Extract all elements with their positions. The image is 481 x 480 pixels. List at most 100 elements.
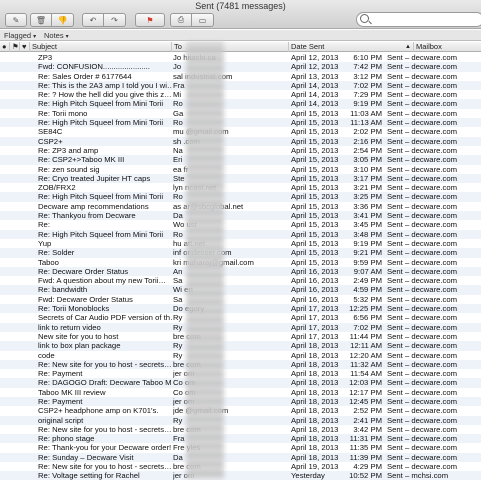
- message-row[interactable]: Re: Cryo treated Jupiter HT caps Ste April…: [0, 173, 481, 184]
- message-time: 11:32 AM: [350, 359, 382, 369]
- message-row[interactable]: ZOB/FRX2lyn ncast.netApril 15, 20133:21 …: [0, 183, 481, 192]
- message-subject: Re: New site for you to host - secrets…: [38, 424, 172, 434]
- message-mailbox: Sent – decware.com: [387, 462, 458, 472]
- message-row[interactable]: Re: High Pitch Squeel from Mini Torii Ro A…: [0, 99, 481, 109]
- message-mailbox: Sent – decware.com: [387, 71, 458, 81]
- message-time: 12:03 PM: [349, 378, 382, 388]
- message-row[interactable]: Re: Solderinf ondenser.comApril 15, 2013…: [0, 248, 481, 258]
- message-row[interactable]: Yuphu att.netApril 15, 20139:19 PMSent –…: [0, 239, 481, 248]
- favorite-notes-label: Notes: [44, 31, 64, 40]
- column-read-status[interactable]: ●: [0, 42, 10, 52]
- message-time: 12:11 AM: [350, 341, 382, 351]
- message-row[interactable]: Re: Wo ust April 15, 2013 3:45 PM Sent – dec…: [0, 220, 481, 229]
- search-icon: [360, 14, 369, 23]
- message-subject: Taboo: [38, 257, 59, 267]
- message-row[interactable]: Re: DAGOGO Draft: Decware Taboo M… Co om A…: [0, 378, 481, 388]
- message-row[interactable]: Re: Sales Order # 6177644sal industrial.…: [0, 72, 481, 81]
- column-flag[interactable]: ⚑: [10, 42, 20, 52]
- message-row[interactable]: Fwd: A question about my new Torii… Sa Apr…: [0, 276, 481, 285]
- note-button[interactable]: ▭: [192, 13, 214, 27]
- message-row[interactable]: Re: High Pitch Squeel from Mini Torii Ro A…: [0, 118, 481, 128]
- message-subject: Secrets of Car Audio PDF version of th…: [38, 313, 172, 323]
- message-row[interactable]: Re: Thankyou from Decware Da April 15, 201…: [0, 211, 481, 221]
- message-row[interactable]: SE84Cmu @gmail.comApril 15, 20132:02 PMS…: [0, 127, 481, 136]
- trash-button[interactable]: 🗑: [30, 13, 52, 27]
- message-time: 11:13 AM: [350, 118, 382, 128]
- chevron-down-icon: ▾: [33, 34, 37, 40]
- trash-icon: 🗑: [35, 15, 47, 25]
- search-input[interactable]: [356, 12, 481, 27]
- message-row[interactable]: link to return video Ry April 17, 2013 7:02…: [0, 322, 481, 332]
- message-row[interactable]: New site for you to hostbre comApril 17,…: [0, 332, 481, 341]
- favorite-flagged[interactable]: Flagged ▾: [4, 31, 36, 40]
- message-row[interactable]: original script Ry April 18, 2013 2:41 PM Se…: [0, 415, 481, 425]
- message-row[interactable]: Re: New site for you to host - secrets… b…: [0, 425, 481, 434]
- message-subject: Re: CSP2+>Taboo MK III: [38, 155, 125, 165]
- message-mailbox: Sent – decware.com: [387, 127, 458, 137]
- message-time: 2:52 PM: [353, 406, 382, 416]
- message-time: 2:54 PM: [353, 145, 382, 155]
- reply-button[interactable]: ↶: [82, 13, 104, 27]
- message-time: 3:25 PM: [353, 192, 382, 202]
- column-subject[interactable]: Subject: [30, 42, 172, 52]
- message-date: April 15, 2013: [291, 108, 339, 118]
- favorite-notes[interactable]: Notes ▾: [44, 31, 69, 40]
- message-time: 4:29 PM: [353, 462, 382, 472]
- message-mailbox: Sent – decware.com: [387, 136, 458, 146]
- message-row[interactable]: link to box plan package Ry April 18, 2013…: [0, 341, 481, 351]
- message-row[interactable]: Re: This is the 2A3 amp I told you I wi……: [0, 80, 481, 91]
- message-mailbox: Sent – decware.com: [387, 434, 458, 444]
- message-row[interactable]: Secrets of Car Audio PDF version of th… R…: [0, 313, 481, 322]
- message-row[interactable]: Taboo MK III review Co om April 18, 2013 12…: [0, 388, 481, 397]
- message-row[interactable]: Re: ? How the hell did you give this z… M…: [0, 90, 481, 99]
- message-subject: Re: Solder: [38, 248, 75, 258]
- message-time: 6:10 PM: [353, 53, 382, 62]
- message-row[interactable]: Re: High Pitch Squeel from Mini Torii Ro A…: [0, 229, 481, 239]
- message-mailbox: Sent – decware.com: [387, 220, 458, 230]
- message-row[interactable]: Re: New site for you to host - secrets… b…: [0, 462, 481, 471]
- message-row[interactable]: Decware amp recommendationsas ar@sbcglob…: [0, 202, 481, 211]
- message-subject: Re: ZP3 and amp: [38, 145, 99, 155]
- message-subject: Re: New site for you to host - secrets…: [38, 462, 172, 472]
- message-row[interactable]: Re: zen sound sig ea fr April 15, 2013 3:10…: [0, 165, 481, 174]
- flag-button[interactable]: ⚑: [135, 13, 165, 27]
- print-button[interactable]: ⎙: [170, 13, 192, 27]
- message-row[interactable]: Re: ZP3 and amp Na April 15, 2013 2:54 PM Se…: [0, 146, 481, 155]
- message-row[interactable]: Re: bandwidth Wi ert April 16, 2013 4:59 PM…: [0, 285, 481, 295]
- message-date: April 15, 2013: [291, 155, 339, 165]
- message-row[interactable]: Re: Sunday – Decware Visit Da April 18, 20…: [0, 452, 481, 463]
- message-date: April 14, 2013: [291, 99, 339, 109]
- message-row[interactable]: Re: phono stage Fra April 18, 2013 11:31 PM…: [0, 434, 481, 444]
- message-row[interactable]: Re: Torii mono Ga April 15, 2013 11:03 AM Se…: [0, 109, 481, 118]
- message-row[interactable]: code Ry April 18, 2013 12:20 AM Sent – decwa…: [0, 351, 481, 360]
- message-row[interactable]: CSP2+sh .comApril 15, 20132:16 PMSent – …: [0, 136, 481, 146]
- message-mailbox: Sent – decware.com: [387, 350, 458, 360]
- message-row[interactable]: Re: High Pitch Squeel from Mini Torii Ro A…: [0, 192, 481, 202]
- column-mailbox[interactable]: Mailbox: [414, 42, 481, 52]
- message-date: April 19, 2013: [291, 462, 339, 472]
- message-row[interactable]: Re: CSP2+>Taboo MK III Eri April 15, 2013 3…: [0, 155, 481, 165]
- message-subject: Yup: [38, 238, 52, 248]
- message-row[interactable]: Re: Payment jer om April 18, 2013 12:45 PM S…: [0, 396, 481, 407]
- message-row[interactable]: Tabookri maharaj@gmail.comApril 15, 2013…: [0, 258, 481, 267]
- compose-button[interactable]: ✎: [5, 13, 27, 27]
- message-row[interactable]: Fwd: CONFUSION...................... Jo Ap…: [0, 62, 481, 72]
- message-row[interactable]: CSP2+ headphone amp on K701's.jde @gmail…: [0, 406, 481, 415]
- message-row[interactable]: Re: Voltage setting for Rachel jer om Yest…: [0, 471, 481, 480]
- message-row[interactable]: Re: Payment jer om April 18, 2013 11:54 AM S…: [0, 369, 481, 378]
- message-time: 11:35 PM: [349, 443, 382, 453]
- column-date-sent[interactable]: Date Sent ▲: [289, 42, 414, 52]
- message-mailbox: Sent – decware.com: [387, 62, 458, 72]
- message-subject: link to box plan package: [38, 341, 121, 351]
- message-row[interactable]: Fwd: Decware Order Status Sa April 16, 201…: [0, 295, 481, 304]
- message-subject: Re: Decware Order Status: [38, 266, 129, 276]
- forward-button[interactable]: ↷: [104, 13, 126, 27]
- column-attachment[interactable]: ♥: [20, 42, 30, 52]
- junk-button[interactable]: 👎: [52, 13, 74, 27]
- message-row[interactable]: Re: New site for you to host - secrets… b…: [0, 359, 481, 370]
- message-row[interactable]: Re: Thank-you for your Decware order! Fre…: [0, 443, 481, 452]
- message-row[interactable]: Re: Torii MonoblocksDo egoryApril 17, 20…: [0, 304, 481, 314]
- message-row[interactable]: Re: Decware Order Status An April 16, 2013…: [0, 266, 481, 277]
- message-row[interactable]: ZP3Jo hitachi.caApril 12, 20136:10 PMSen…: [0, 53, 481, 62]
- message-date: April 15, 2013: [291, 173, 339, 183]
